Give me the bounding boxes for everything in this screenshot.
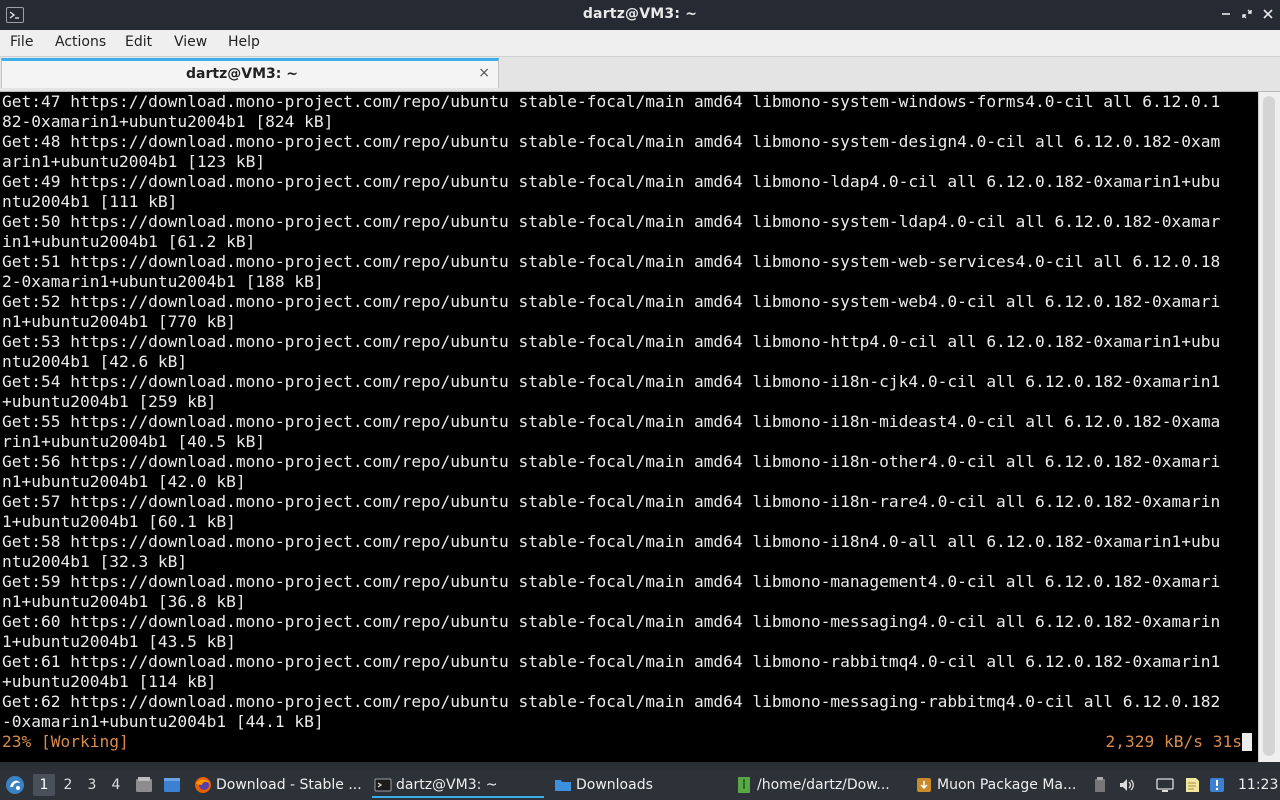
- terminal-line: n1+ubuntu2004b1 [42.0 kB]: [2, 472, 246, 491]
- terminal-icon: [374, 776, 392, 794]
- volume-icon[interactable]: [1118, 776, 1136, 794]
- terminal-line: Get:54 https://download.mono-project.com…: [2, 372, 1221, 391]
- updates-icon[interactable]: [1208, 776, 1226, 794]
- file-manager-icon[interactable]: [134, 775, 154, 795]
- network-icon[interactable]: [1156, 776, 1174, 794]
- scrollbar-thumb[interactable]: [1263, 96, 1275, 756]
- terminal-line: Get:52 https://download.mono-project.com…: [2, 292, 1221, 311]
- terminal-line: +ubuntu2004b1 [114 kB]: [2, 672, 217, 691]
- terminal-lines: Get:47 https://download.mono-project.com…: [2, 92, 1258, 732]
- terminal-line: 82-0xamarin1+ubuntu2004b1 [824 kB]: [2, 112, 334, 131]
- terminal-line: Get:62 https://download.mono-project.com…: [2, 692, 1221, 711]
- show-desktop-icon[interactable]: [162, 775, 182, 795]
- window-titlebar[interactable]: dartz@VM3: ~: [0, 0, 1280, 30]
- terminal-line: Get:56 https://download.mono-project.com…: [2, 452, 1221, 471]
- notes-icon[interactable]: [1183, 776, 1201, 794]
- terminal-output[interactable]: Get:47 https://download.mono-project.com…: [0, 92, 1258, 762]
- apt-progress: 23% [Working]: [2, 732, 129, 751]
- terminal-line: +ubuntu2004b1 [259 kB]: [2, 392, 217, 411]
- terminal-line: 2-0xamarin1+ubuntu2004b1 [188 kB]: [2, 272, 324, 291]
- apt-status-line: 23% [Working] 2,329 kB/s 31s: [2, 732, 1258, 752]
- workspace-2[interactable]: 2: [57, 774, 79, 796]
- terminal-line: 1+ubuntu2004b1 [60.1 kB]: [2, 512, 236, 531]
- firefox-icon: [194, 776, 212, 794]
- apt-speed: 2,329 kB/s 31s: [1105, 732, 1242, 751]
- terminal-line: Get:50 https://download.mono-project.com…: [2, 212, 1221, 231]
- workspace-1[interactable]: 1: [33, 774, 55, 796]
- taskbar: 1 2 3 4 Download - Stable ... dartz@VM3:…: [0, 770, 1280, 800]
- terminal-line: -0xamarin1+ubuntu2004b1 [44.1 kB]: [2, 712, 324, 731]
- terminal-line: ntu2004b1 [42.6 kB]: [2, 352, 188, 371]
- terminal-cursor: [1242, 733, 1252, 751]
- terminal-line: Get:51 https://download.mono-project.com…: [2, 252, 1221, 271]
- task-terminal[interactable]: dartz@VM3: ~: [372, 772, 544, 798]
- tab-label: dartz@VM3: ~: [186, 66, 298, 82]
- workspace-3[interactable]: 3: [81, 774, 103, 796]
- terminal-line: n1+ubuntu2004b1 [770 kB]: [2, 312, 236, 331]
- tab-close-icon[interactable]: ×: [478, 65, 490, 81]
- terminal-line: Get:48 https://download.mono-project.com…: [2, 132, 1221, 151]
- workspace-4[interactable]: 4: [105, 774, 127, 796]
- terminal-line: Get:53 https://download.mono-project.com…: [2, 332, 1221, 351]
- task-muon[interactable]: Muon Package Ma...: [913, 772, 1083, 798]
- clock[interactable]: 11:23: [1238, 770, 1278, 800]
- window-title: dartz@VM3: ~: [582, 6, 698, 22]
- minimize-icon[interactable]: [1219, 7, 1233, 21]
- folder-icon: [554, 776, 572, 794]
- menu-bar: File Actions Edit View Help: [0, 30, 1280, 57]
- terminal-line: Get:61 https://download.mono-project.com…: [2, 652, 1221, 671]
- terminal-line: 1+ubuntu2004b1 [43.5 kB]: [2, 632, 236, 651]
- task-archive[interactable]: /home/dartz/Dow...: [733, 772, 903, 798]
- tab-bar: dartz@VM3: ~ ×: [0, 57, 1280, 92]
- terminal-line: Get:55 https://download.mono-project.com…: [2, 412, 1221, 431]
- menu-view[interactable]: View: [172, 34, 209, 50]
- terminal-line: Get:58 https://download.mono-project.com…: [2, 532, 1221, 551]
- terminal-line: Get:60 https://download.mono-project.com…: [2, 612, 1221, 631]
- terminal-line: Get:57 https://download.mono-project.com…: [2, 492, 1221, 511]
- terminal-line: ntu2004b1 [32.3 kB]: [2, 552, 188, 571]
- menu-actions[interactable]: Actions: [53, 34, 108, 50]
- terminal-line: arin1+ubuntu2004b1 [123 kB]: [2, 152, 266, 171]
- terminal-line: ntu2004b1 [111 kB]: [2, 192, 178, 211]
- menu-file[interactable]: File: [8, 34, 35, 50]
- terminal-scrollbar[interactable]: [1258, 92, 1280, 762]
- task-firefox[interactable]: Download - Stable ...: [192, 772, 362, 798]
- menu-help[interactable]: Help: [226, 34, 262, 50]
- terminal-line: n1+ubuntu2004b1 [36.8 kB]: [2, 592, 246, 611]
- terminal-line: Get:47 https://download.mono-project.com…: [2, 92, 1221, 111]
- maximize-icon[interactable]: [1240, 7, 1254, 21]
- close-icon[interactable]: [1261, 7, 1275, 21]
- tab-terminal[interactable]: dartz@VM3: ~ ×: [1, 58, 499, 88]
- task-downloads[interactable]: Downloads: [552, 772, 722, 798]
- terminal-line: Get:59 https://download.mono-project.com…: [2, 572, 1221, 591]
- terminal-line: in1+ubuntu2004b1 [61.2 kB]: [2, 232, 256, 251]
- menu-edit[interactable]: Edit: [123, 34, 154, 50]
- terminal-line: Get:49 https://download.mono-project.com…: [2, 172, 1221, 191]
- start-menu-icon[interactable]: [4, 774, 26, 796]
- package-manager-icon: [915, 776, 933, 794]
- clipboard-icon[interactable]: [1091, 776, 1109, 794]
- terminal-line: rin1+ubuntu2004b1 [40.5 kB]: [2, 432, 266, 451]
- archive-icon: [735, 776, 753, 794]
